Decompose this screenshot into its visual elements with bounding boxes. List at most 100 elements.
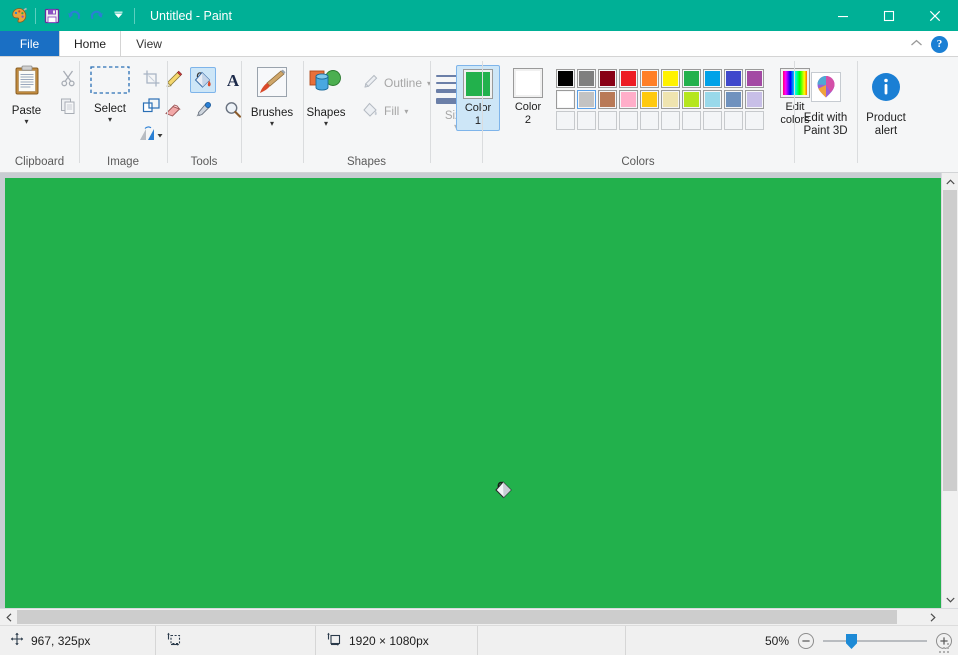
edit-with-paint3d-button[interactable]: Edit with Paint 3D (796, 67, 856, 138)
select-caret-icon[interactable]: ▾ (108, 116, 112, 124)
window-title: Untitled - Paint (150, 9, 232, 23)
zoom-percent: 50% (759, 634, 789, 648)
tab-view[interactable]: View (121, 31, 177, 56)
vertical-scrollbar[interactable] (941, 173, 958, 608)
cursor-position-value: 967, 325px (31, 634, 90, 648)
horizontal-scrollbar[interactable] (0, 608, 958, 625)
palette-swatch[interactable] (619, 90, 638, 109)
save-icon[interactable] (41, 5, 63, 27)
palette-swatch[interactable] (682, 90, 701, 109)
brushes-caret-icon[interactable]: ▾ (270, 120, 274, 128)
tab-home[interactable]: Home (59, 31, 121, 56)
scroll-down-button[interactable] (942, 591, 958, 608)
ribbon: Paste ▾ (0, 57, 958, 173)
palette-swatch[interactable] (598, 69, 617, 88)
shapes-group-label: Shapes (303, 152, 430, 172)
palette-swatch[interactable] (745, 69, 764, 88)
collapse-ribbon-icon[interactable] (910, 39, 923, 50)
palette-swatch[interactable] (556, 69, 575, 88)
palette-swatch[interactable] (619, 111, 638, 130)
palette-swatch[interactable] (724, 69, 743, 88)
pencil-icon[interactable] (160, 67, 186, 93)
product-alert-group-label (857, 152, 915, 172)
horizontal-scroll-thumb[interactable] (17, 610, 897, 624)
shapes-label: Shapes (306, 107, 345, 119)
palette-swatch[interactable] (556, 90, 575, 109)
help-icon[interactable]: ? (931, 36, 948, 53)
scroll-left-button[interactable] (0, 609, 17, 625)
customize-qat-icon[interactable] (107, 5, 129, 27)
palette-swatch[interactable] (598, 111, 617, 130)
shapes-button[interactable]: Shapes ▾ (298, 63, 354, 128)
palette-swatch[interactable] (745, 90, 764, 109)
palette-swatch[interactable] (577, 111, 596, 130)
zoom-slider[interactable] (823, 633, 927, 649)
select-label: Select (94, 103, 126, 115)
scroll-right-button[interactable] (924, 609, 941, 625)
palette-swatch[interactable] (703, 111, 722, 130)
color-1-button[interactable]: Color 1 (456, 65, 500, 131)
paint3d-group-label (794, 152, 857, 172)
palette-swatch[interactable] (640, 69, 659, 88)
paint3d-label-line1: Edit with (804, 112, 847, 124)
palette-swatch[interactable] (724, 90, 743, 109)
palette-swatch[interactable] (661, 111, 680, 130)
palette-swatch[interactable] (745, 111, 764, 130)
tab-file[interactable]: File (0, 31, 59, 56)
paste-caret-icon[interactable]: ▾ (24, 118, 28, 126)
tools-grid: A (160, 61, 248, 125)
horizontal-scroll-track[interactable] (17, 609, 924, 625)
maximize-button[interactable] (866, 0, 912, 31)
palette-swatch[interactable] (577, 69, 596, 88)
vertical-scroll-thumb[interactable] (943, 190, 957, 491)
palette-swatch[interactable] (577, 90, 596, 109)
status-bar: 967, 325px (0, 625, 958, 655)
minimize-button[interactable] (820, 0, 866, 31)
drawing-canvas[interactable]: ThuThuatPhanMem.vn (5, 178, 941, 608)
palette-swatch[interactable] (703, 69, 722, 88)
ribbon-group-tools: A (167, 57, 241, 172)
palette-swatch[interactable] (661, 90, 680, 109)
palette-swatch[interactable] (598, 90, 617, 109)
fill-bucket-icon (362, 101, 379, 121)
shapes-caret-icon[interactable]: ▾ (324, 120, 328, 128)
product-alert-label-line2: alert (875, 125, 897, 137)
vertical-scroll-track[interactable] (942, 190, 958, 591)
palette-swatch[interactable] (661, 69, 680, 88)
palette-swatch[interactable] (724, 111, 743, 130)
color-1-label-line2: 1 (475, 115, 481, 127)
zoom-slider-thumb[interactable] (846, 634, 857, 649)
palette-swatch[interactable] (619, 69, 638, 88)
eraser-icon[interactable] (160, 97, 186, 123)
zoom-controls: 50% (759, 626, 952, 655)
close-button[interactable] (912, 0, 958, 31)
scroll-up-button[interactable] (942, 173, 958, 190)
outline-pencil-icon (362, 73, 379, 93)
paint3d-teardrop-icon (810, 71, 842, 108)
palette-swatch[interactable] (682, 111, 701, 130)
ribbon-tab-row: File Home View ? (0, 31, 958, 57)
palette-swatch[interactable] (556, 111, 575, 130)
palette-swatch[interactable] (682, 69, 701, 88)
color-picker-icon[interactable] (190, 97, 216, 123)
select-button[interactable]: Select ▾ (82, 61, 138, 124)
color-palette (556, 65, 764, 130)
fill-caret-icon[interactable]: ▾ (404, 107, 408, 116)
palette-swatch[interactable] (640, 111, 659, 130)
status-file-size (478, 626, 626, 655)
canvas-size-icon (326, 632, 342, 650)
fill-with-color-icon[interactable] (190, 67, 216, 93)
undo-icon[interactable] (63, 5, 85, 27)
resize-grip[interactable] (939, 643, 949, 653)
color-2-button[interactable]: Color 2 (506, 65, 550, 129)
palette-row-1 (556, 69, 764, 88)
paste-button[interactable]: Paste ▾ (0, 61, 55, 126)
product-alert-button[interactable]: Product alert (858, 67, 914, 138)
zoom-out-button[interactable] (798, 633, 814, 649)
select-rectangle-icon (89, 65, 131, 100)
palette-swatch[interactable] (703, 90, 722, 109)
size-group-label (430, 152, 482, 172)
palette-swatch[interactable] (640, 90, 659, 109)
title-bar: Untitled - Paint (0, 0, 958, 31)
redo-icon[interactable] (85, 5, 107, 27)
